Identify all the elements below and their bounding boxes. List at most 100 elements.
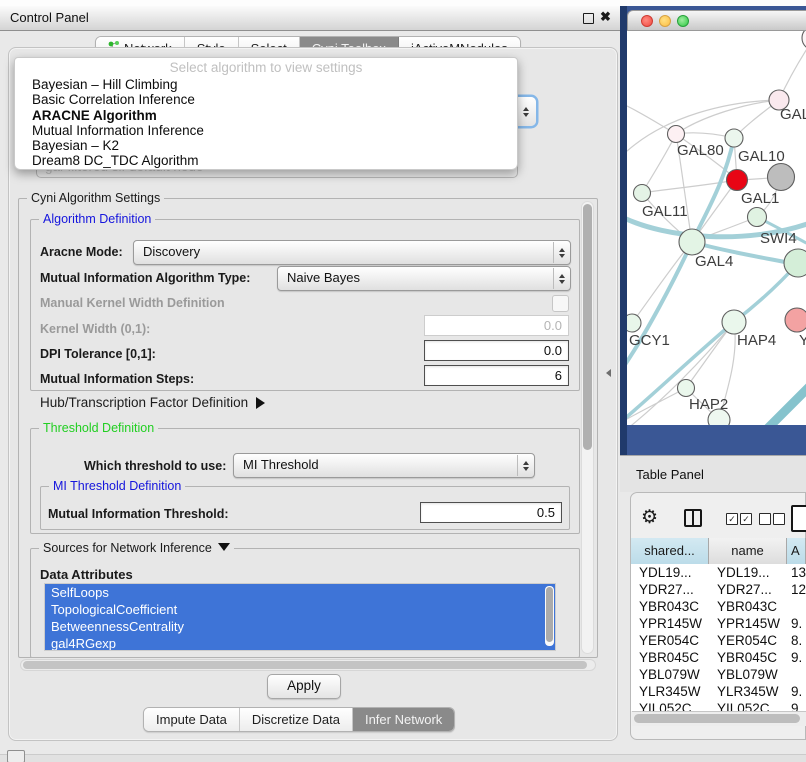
settings-horizontal-scrollbar[interactable]	[20, 659, 596, 671]
table-row[interactable]: YDL19...YDL19...13	[631, 564, 806, 581]
table-row[interactable]: YER054CYER054C8.	[631, 632, 806, 649]
kernel-width-label: Kernel Width (0,1):	[40, 322, 150, 336]
gear-icon[interactable]: ⚙	[641, 506, 658, 529]
scrollbar-thumb[interactable]	[23, 661, 587, 669]
data-attributes-label: Data Attributes	[40, 567, 133, 582]
apply-button[interactable]: Apply	[267, 674, 341, 699]
manual-kernel-label: Manual Kernel Width Definition	[40, 296, 225, 310]
splitter-collapse-icon[interactable]	[606, 369, 611, 377]
minimize-traffic-light[interactable]	[659, 15, 671, 27]
sources-expander[interactable]: Sources for Network Inference	[39, 541, 234, 555]
node-label: GAL	[780, 106, 806, 123]
mi-threshold-label: Mutual Information Threshold:	[48, 507, 229, 521]
mi-threshold-field[interactable]: 0.5	[420, 502, 562, 523]
control-panel-titlebar: Control Panel ✖	[0, 6, 620, 31]
network-node-gal4[interactable]	[679, 229, 705, 255]
table-cell	[787, 598, 806, 615]
aracne-mode-combo[interactable]: Discovery	[133, 240, 571, 265]
settings-vertical-scrollbar[interactable]	[581, 201, 594, 654]
minimized-panel-icon[interactable]	[7, 750, 25, 762]
algorithm-option[interactable]: Dream8 DC_TDC Algorithm	[15, 153, 517, 168]
aracne-mode-label: Aracne Mode:	[40, 245, 123, 259]
hub-factor-expander[interactable]: Hub/Transcription Factor Definition	[40, 395, 265, 410]
tab-impute-data[interactable]: Impute Data	[144, 708, 240, 731]
attribute-item[interactable]: gal4RGexp	[45, 635, 555, 651]
expander-collapsed-icon	[256, 397, 265, 409]
data-attributes-list[interactable]: SelfLoopsTopologicalCoefficientBetweenne…	[44, 583, 556, 651]
panel-title: Control Panel	[10, 10, 89, 25]
network-canvas[interactable]: GALGAL80GAL10GAL11SWI4GAL4GCY1HAP4YHAP2G…	[627, 31, 806, 425]
network-window-titlebar[interactable]	[627, 10, 806, 31]
attribute-item[interactable]: SelfLoops	[45, 584, 555, 601]
algorithm-option[interactable]: Bayesian – K2	[15, 138, 517, 153]
list-scrollbar-thumb[interactable]	[546, 587, 553, 642]
network-node-y[interactable]	[785, 308, 806, 332]
which-threshold-combo[interactable]: MI Threshold	[233, 453, 535, 478]
table-cell: YER054C	[709, 632, 787, 649]
table-cell: YLR345W	[709, 683, 787, 700]
mi-steps-field[interactable]: 6	[424, 365, 569, 386]
table-cell: YBL079W	[709, 666, 787, 683]
which-threshold-value: MI Threshold	[243, 457, 319, 472]
node-label: GAL11	[642, 203, 688, 220]
algorithm-option[interactable]: Bayesian – Hill Climbing	[15, 77, 517, 92]
table-row[interactable]: YPR145WYPR145W9.	[631, 615, 806, 632]
network-frame-border	[620, 6, 627, 456]
tab-infer-network[interactable]: Infer Network	[353, 708, 454, 731]
table-horizontal-scrollbar[interactable]	[632, 711, 806, 726]
mi-type-combo[interactable]: Naive Bayes	[277, 266, 571, 291]
dpi-tolerance-field[interactable]: 0.0	[424, 340, 569, 361]
node-label: GAL1	[741, 190, 779, 207]
network-node-hap4[interactable]	[722, 310, 746, 334]
table-cell: YBR045C	[709, 649, 787, 666]
table-row[interactable]: YBR043CYBR043C	[631, 598, 806, 615]
split-columns-icon[interactable]	[684, 509, 702, 527]
scrollbar-thumb[interactable]	[634, 714, 800, 723]
table-row[interactable]: YIL052CYIL052C9	[631, 700, 806, 711]
list-scrollbar[interactable]	[545, 586, 554, 646]
network-node[interactable]	[768, 164, 795, 191]
algorithm-option[interactable]: ARACNE Algorithm	[15, 108, 517, 123]
network-node-gal80[interactable]	[668, 126, 685, 143]
column-header-shared-name[interactable]: shared...	[631, 538, 709, 564]
checked-attributes-icon[interactable]: ✓	[726, 513, 738, 525]
network-node[interactable]	[802, 31, 806, 50]
table-row[interactable]: YLR345WYLR345W9.	[631, 683, 806, 700]
table-body: YDL19...YDL19...13YDR27...YDR27...12YBR0…	[631, 564, 806, 711]
algorithm-option[interactable]: Mutual Information Inference	[15, 123, 517, 138]
tab-discretize-data[interactable]: Discretize Data	[240, 708, 353, 731]
network-node-gal10[interactable]	[725, 129, 743, 147]
unchecked-attributes-icon[interactable]	[759, 513, 771, 525]
table-row[interactable]: YBR045CYBR045C9.	[631, 649, 806, 666]
network-node-gal11[interactable]	[634, 185, 651, 202]
document-icon[interactable]	[791, 505, 806, 532]
column-header-partial[interactable]: A	[787, 538, 806, 564]
scrollbar-thumb[interactable]	[583, 204, 592, 450]
hub-factor-label: Hub/Transcription Factor Definition	[40, 395, 248, 410]
unchecked-attributes-icon[interactable]	[773, 513, 785, 525]
close-icon[interactable]: ✖	[600, 9, 611, 25]
combo-arrows-icon	[553, 242, 569, 263]
attribute-item[interactable]: TopologicalCoefficient	[45, 601, 555, 618]
network-node-swi4[interactable]	[748, 208, 767, 227]
network-node-hap2[interactable]	[678, 380, 695, 397]
network-node-gcy1[interactable]	[627, 314, 641, 332]
float-window-icon[interactable]	[583, 13, 594, 24]
checked-attributes-icon[interactable]: ✓	[740, 513, 752, 525]
manual-kernel-checkbox[interactable]	[552, 295, 569, 312]
table-header: shared... name A	[631, 538, 806, 565]
close-traffic-light[interactable]	[641, 15, 653, 27]
table-row[interactable]: YBL079WYBL079W	[631, 666, 806, 683]
table-cell: YIL052C	[631, 700, 709, 711]
algorithm-option[interactable]: Basic Correlation Inference	[15, 92, 517, 107]
attribute-items: SelfLoopsTopologicalCoefficientBetweenne…	[45, 584, 555, 651]
network-node[interactable]	[784, 249, 806, 277]
kernel-width-field[interactable]: 0.0	[424, 315, 569, 336]
attribute-item[interactable]: BetweennessCentrality	[45, 618, 555, 635]
column-header-name[interactable]: name	[709, 538, 787, 564]
table-row[interactable]: YDR27...YDR27...12	[631, 581, 806, 598]
zoom-traffic-light[interactable]	[677, 15, 689, 27]
network-node[interactable]	[727, 170, 748, 191]
table-cell: YBR045C	[631, 649, 709, 666]
node-label: GAL10	[738, 148, 785, 165]
